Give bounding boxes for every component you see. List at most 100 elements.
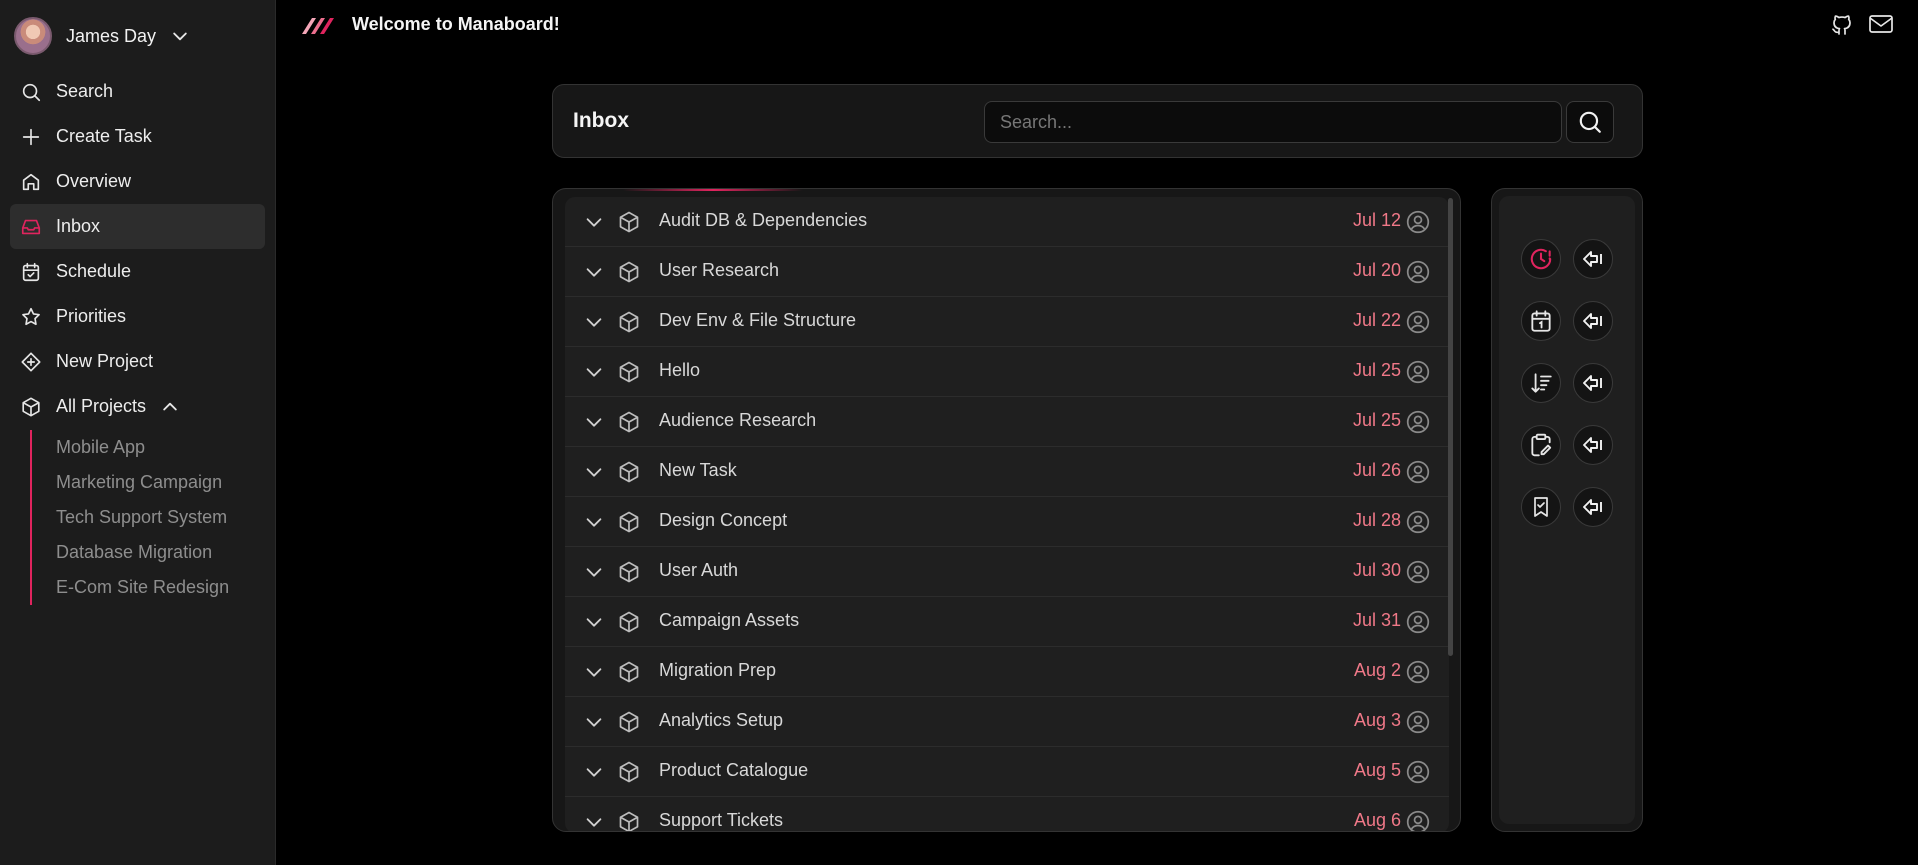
filter-due-date-button[interactable] xyxy=(1521,301,1561,341)
chevron-down-icon[interactable] xyxy=(583,311,605,333)
task-row[interactable]: Migration Prep Aug 2 xyxy=(565,647,1449,697)
task-due-date: Aug 5 xyxy=(1353,760,1401,780)
chevron-down-icon[interactable] xyxy=(583,761,605,783)
task-due-date: Jul 22 xyxy=(1352,310,1401,330)
star-icon xyxy=(20,306,42,328)
sort-order-button[interactable] xyxy=(1521,363,1561,403)
chevron-down-icon[interactable] xyxy=(583,211,605,233)
cube-icon xyxy=(617,310,641,334)
sort-toggle-button[interactable] xyxy=(1573,239,1613,279)
task-list-scrollbar[interactable] xyxy=(1448,198,1453,656)
filter-panel xyxy=(1491,188,1643,832)
sort-toggle-button[interactable] xyxy=(1573,487,1613,527)
chevron-down-icon[interactable] xyxy=(583,711,605,733)
project-item-database-migration[interactable]: Database Migration xyxy=(56,535,229,570)
cube-icon xyxy=(617,210,641,234)
sidebar: James Day Search Create Task Overview In… xyxy=(0,0,276,865)
diamond-plus-icon xyxy=(20,351,42,373)
user-circle-icon[interactable] xyxy=(1405,709,1431,735)
user-circle-icon[interactable] xyxy=(1405,759,1431,785)
task-name: Dev Env & File Structure xyxy=(659,310,857,330)
chevron-up-icon[interactable] xyxy=(160,397,180,417)
filter-saved-button[interactable] xyxy=(1521,487,1561,527)
clipboard-pen-icon xyxy=(1528,432,1554,458)
cube-icon xyxy=(617,410,641,434)
task-due-date: Aug 3 xyxy=(1353,710,1401,730)
task-list: Audit DB & Dependencies Jul 12 User Rese… xyxy=(565,197,1449,831)
user-circle-icon[interactable] xyxy=(1405,259,1431,285)
task-row[interactable]: Audience Research Jul 25 xyxy=(565,397,1449,447)
task-row[interactable]: Analytics Setup Aug 3 xyxy=(565,697,1449,747)
chevron-down-icon[interactable] xyxy=(583,261,605,283)
user-circle-icon[interactable] xyxy=(1405,209,1431,235)
user-circle-icon[interactable] xyxy=(1405,659,1431,685)
mail-icon[interactable] xyxy=(1868,12,1894,36)
sidebar-item-create-task[interactable]: Create Task xyxy=(10,114,265,159)
task-row[interactable]: New Task Jul 26 xyxy=(565,447,1449,497)
user-circle-icon[interactable] xyxy=(1405,359,1431,385)
sidebar-item-priorities[interactable]: Priorities xyxy=(10,294,265,339)
search-button[interactable] xyxy=(1566,101,1614,143)
home-icon xyxy=(20,171,42,193)
sidebar-item-schedule[interactable]: Schedule xyxy=(10,249,265,294)
arrow-left-bar-icon xyxy=(1581,433,1605,457)
task-name: User Auth xyxy=(659,560,739,580)
project-item-mobile-app[interactable]: Mobile App xyxy=(56,430,229,465)
task-due-date: Aug 2 xyxy=(1353,660,1401,680)
task-row[interactable]: Campaign Assets Jul 31 xyxy=(565,597,1449,647)
project-item-tech-support-system[interactable]: Tech Support System xyxy=(56,500,229,535)
chevron-down-icon[interactable] xyxy=(583,411,605,433)
sidebar-item-all-projects[interactable]: All Projects xyxy=(10,384,265,429)
sort-toggle-button[interactable] xyxy=(1573,425,1613,465)
sort-descending-icon xyxy=(1528,370,1554,396)
sidebar-item-new-project[interactable]: New Project xyxy=(10,339,265,384)
task-row[interactable]: Design Concept Jul 28 xyxy=(565,497,1449,547)
chevron-down-icon[interactable] xyxy=(583,511,605,533)
filter-overdue-button[interactable] xyxy=(1521,239,1561,279)
sidebar-item-search[interactable]: Search xyxy=(10,69,265,114)
project-item-marketing-campaign[interactable]: Marketing Campaign xyxy=(56,465,229,500)
chevron-down-icon[interactable] xyxy=(583,561,605,583)
calendar-check-icon xyxy=(20,261,42,283)
task-row[interactable]: Dev Env & File Structure Jul 22 xyxy=(565,297,1449,347)
chevron-down-icon[interactable] xyxy=(583,461,605,483)
github-icon[interactable] xyxy=(1830,12,1854,36)
sidebar-item-label: Schedule xyxy=(56,261,132,281)
user-menu[interactable]: James Day xyxy=(14,16,190,56)
sidebar-item-label: Overview xyxy=(56,171,132,191)
project-item-ecom-site-redesign[interactable]: E-Com Site Redesign xyxy=(56,570,229,605)
sidebar-item-overview[interactable]: Overview xyxy=(10,159,265,204)
filter-assigned-button[interactable] xyxy=(1521,425,1561,465)
search-input[interactable] xyxy=(984,101,1562,143)
sidebar-item-label: All Projects xyxy=(56,396,147,416)
user-circle-icon[interactable] xyxy=(1405,509,1431,535)
task-row[interactable]: User Research Jul 20 xyxy=(565,247,1449,297)
chevron-down-icon[interactable] xyxy=(583,661,605,683)
task-row[interactable]: Hello Jul 25 xyxy=(565,347,1449,397)
task-row[interactable]: User Auth Jul 30 xyxy=(565,547,1449,597)
chevron-down-icon[interactable] xyxy=(583,361,605,383)
sidebar-item-inbox[interactable]: Inbox xyxy=(10,204,265,249)
chevron-down-icon[interactable] xyxy=(583,611,605,633)
task-name: Product Catalogue xyxy=(659,760,809,780)
bookmark-check-icon xyxy=(1529,495,1553,519)
task-row[interactable]: Product Catalogue Aug 5 xyxy=(565,747,1449,797)
cube-icon xyxy=(617,660,641,684)
user-circle-icon[interactable] xyxy=(1405,309,1431,335)
chevron-down-icon[interactable] xyxy=(583,811,605,831)
user-circle-icon[interactable] xyxy=(1405,409,1431,435)
task-name: New Task xyxy=(659,460,737,480)
user-circle-icon[interactable] xyxy=(1405,809,1431,831)
task-name: Audience Research xyxy=(659,410,817,430)
user-circle-icon[interactable] xyxy=(1405,459,1431,485)
sort-toggle-button[interactable] xyxy=(1573,363,1613,403)
user-circle-icon[interactable] xyxy=(1405,609,1431,635)
clock-alert-icon xyxy=(1528,246,1554,272)
task-row[interactable]: Audit DB & Dependencies Jul 12 xyxy=(565,197,1449,247)
task-due-date: Jul 30 xyxy=(1352,560,1401,580)
task-row[interactable]: Support Tickets Aug 6 xyxy=(565,797,1449,831)
user-circle-icon[interactable] xyxy=(1405,559,1431,585)
sort-toggle-button[interactable] xyxy=(1573,301,1613,341)
inbox-title: Inbox xyxy=(573,109,629,132)
sidebar-item-label: Priorities xyxy=(56,306,127,326)
